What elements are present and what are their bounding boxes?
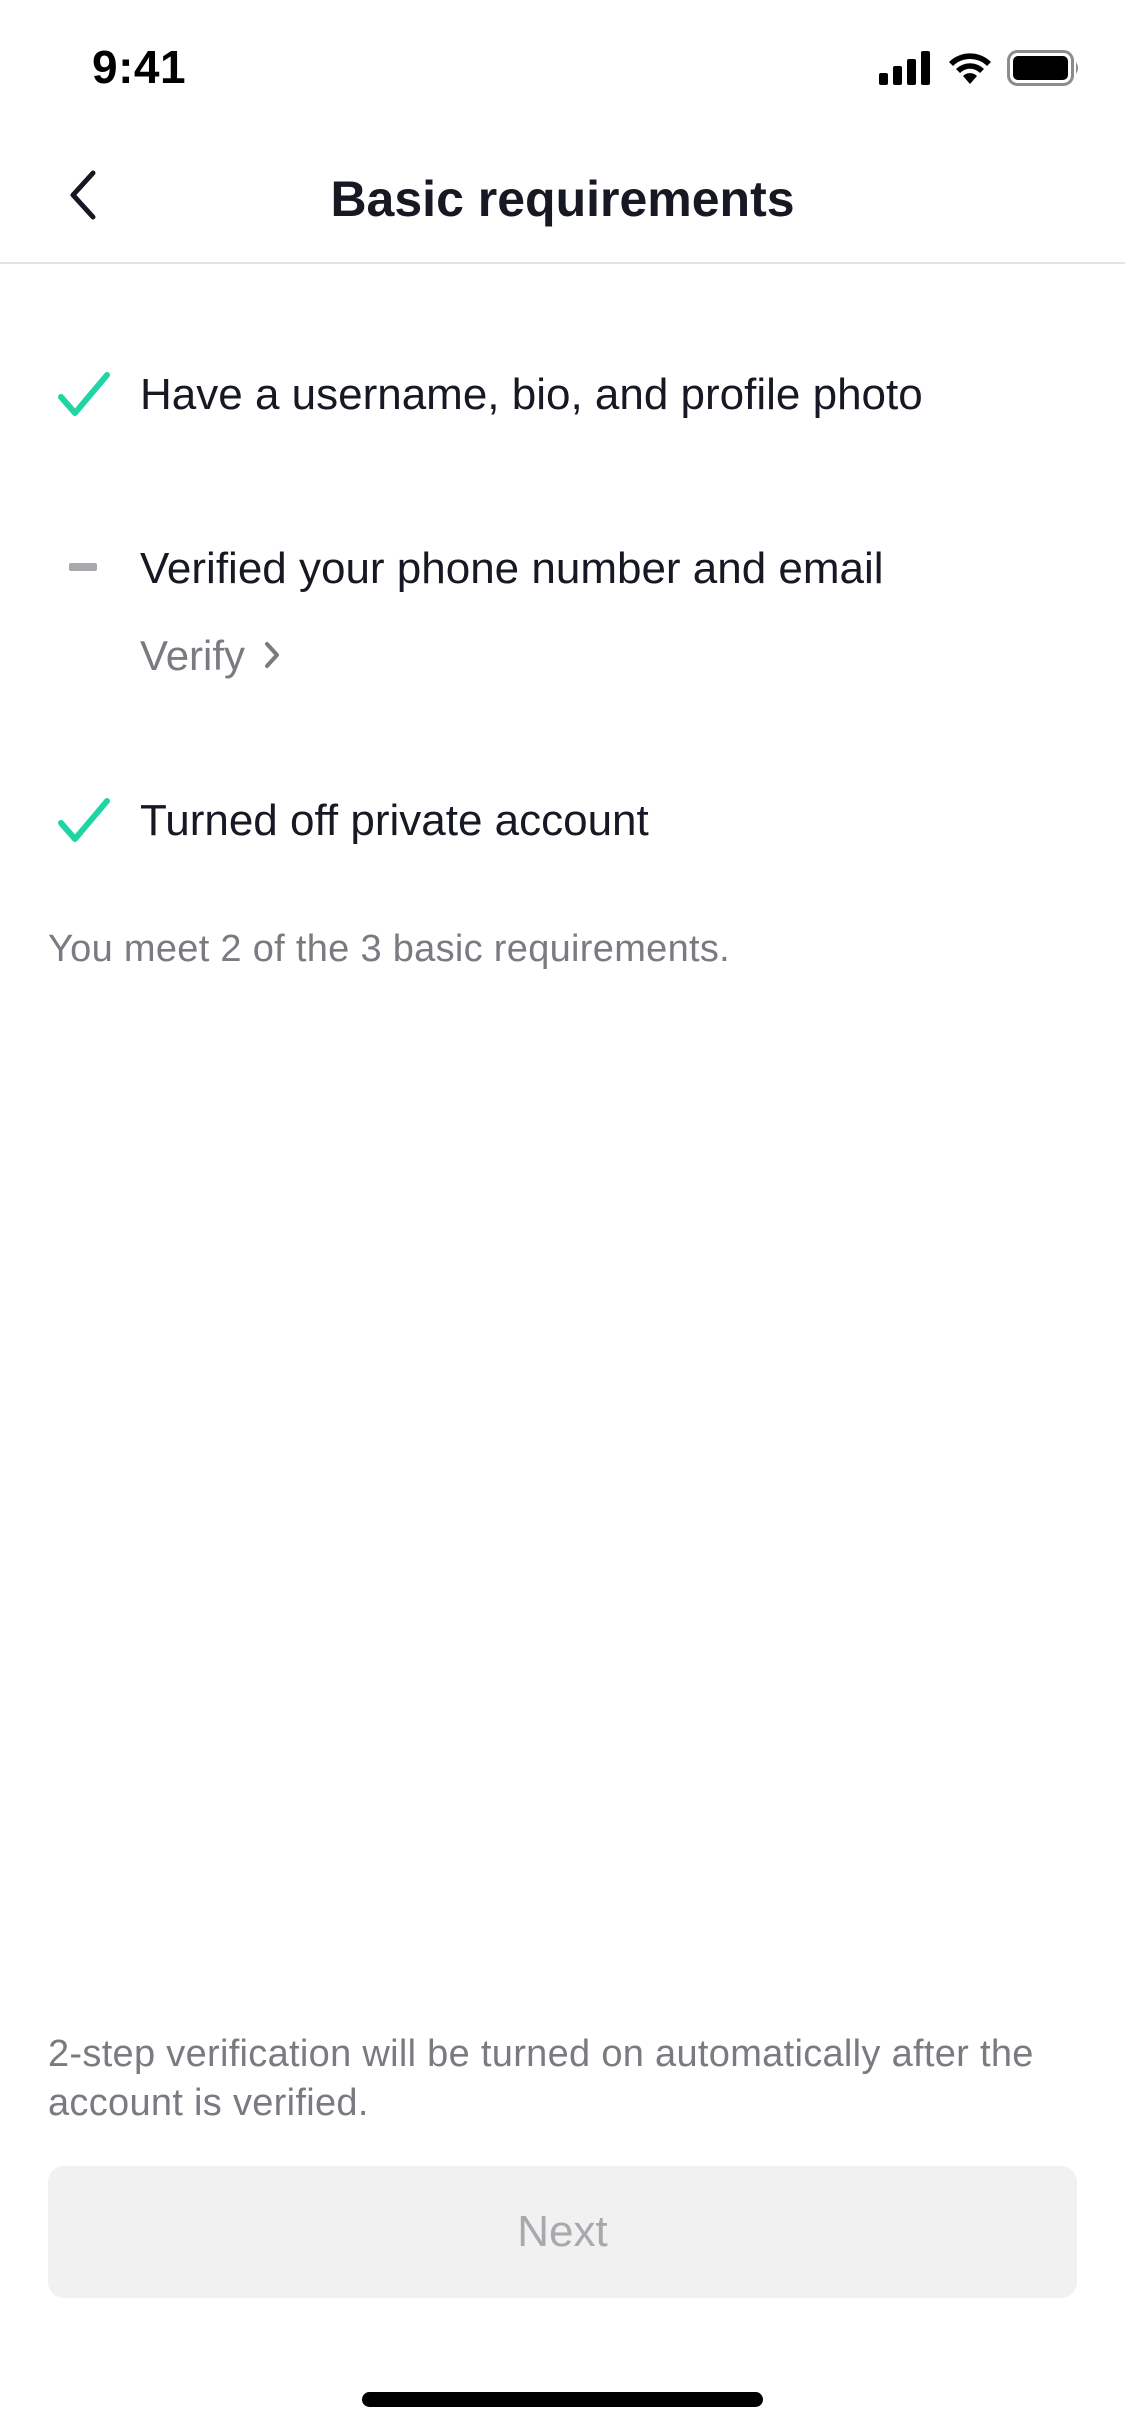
requirements-summary: You meet 2 of the 3 basic requirements. [48, 928, 731, 970]
dash-icon [56, 540, 112, 596]
next-button[interactable]: Next [48, 2166, 1077, 2298]
check-icon [56, 794, 112, 850]
verify-link[interactable]: Verify [140, 632, 281, 680]
wifi-icon [947, 51, 993, 85]
status-icons [879, 50, 1081, 86]
footer-note: 2-step verification will be turned on au… [48, 2033, 1034, 2124]
battery-icon [1007, 50, 1081, 86]
chevron-right-icon [263, 632, 281, 680]
page-title: Basic requirements [330, 171, 795, 227]
status-bar: 9:41 [0, 0, 1125, 132]
requirement-label: Turned off private account [140, 796, 649, 845]
cellular-signal-icon [879, 51, 933, 85]
check-icon [56, 368, 112, 424]
nav-bar: Basic requirements [0, 132, 1125, 264]
home-indicator [362, 2392, 763, 2407]
status-time: 9:41 [92, 41, 187, 93]
requirement-label: Have a username, bio, and profile photo [140, 370, 923, 419]
verify-link-label: Verify [140, 632, 246, 679]
requirement-label: Verified your phone number and email [140, 544, 884, 593]
